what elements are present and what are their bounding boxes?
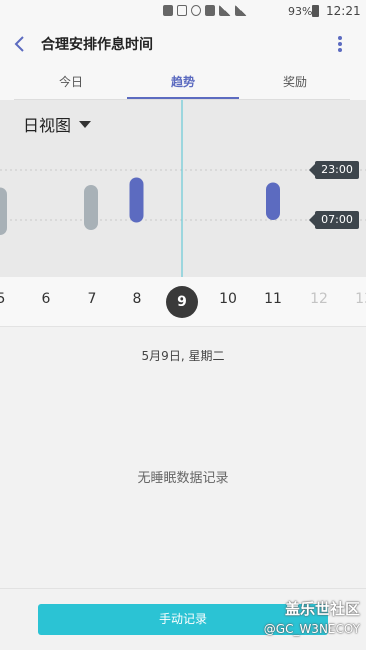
divider	[0, 588, 366, 589]
sim-icon	[205, 5, 215, 16]
empty-state-message: 无睡眠数据记录	[137, 471, 229, 486]
tab-today[interactable]: 今日	[15, 73, 127, 90]
caret-down-icon	[79, 120, 92, 128]
sleep-bar	[84, 185, 98, 230]
selected-date: 5月9日, 星期二	[141, 349, 225, 363]
alarm-icon	[191, 5, 201, 16]
bedtime-marker: 23:00	[309, 161, 359, 179]
watermark-title: 盖乐世社区	[284, 600, 360, 618]
watermark-handle: @GC_W3NECOY	[263, 622, 360, 636]
more-vertical-icon	[338, 36, 342, 52]
sleep-bar	[266, 182, 280, 220]
day-item[interactable]: 10	[212, 291, 244, 307]
day-item[interactable]: 8	[121, 291, 153, 307]
day-selector: 5 6 7 8 9 10 11 12 13	[0, 277, 366, 327]
battery-icon	[312, 5, 319, 17]
wake-time-marker: 07:00	[309, 211, 359, 229]
battery-percent: 93%	[288, 5, 313, 18]
day-item[interactable]: 11	[257, 291, 289, 307]
back-button[interactable]	[8, 32, 32, 56]
day-item-selected[interactable]: 9	[166, 286, 198, 318]
signal-icon-2	[235, 5, 247, 16]
day-item[interactable]: 6	[30, 291, 62, 307]
view-selector[interactable]: 日视图	[23, 112, 92, 136]
more-options-button[interactable]	[330, 32, 350, 56]
nfc-icon	[163, 5, 173, 16]
day-item[interactable]: 12	[303, 291, 335, 307]
app-bar: 合理安排作息时间	[0, 24, 366, 64]
signal-icon	[219, 5, 231, 16]
day-item[interactable]: 7	[76, 291, 108, 307]
page-title: 合理安排作息时间	[41, 37, 153, 53]
sleep-bar	[0, 187, 7, 235]
day-item[interactable]: 13	[348, 291, 366, 307]
status-bar: 93% 12:21	[0, 0, 366, 24]
active-tab-indicator	[127, 97, 239, 99]
status-icons	[163, 5, 247, 16]
chevron-left-icon	[14, 36, 24, 52]
view-selector-label: 日视图	[23, 116, 72, 135]
tab-trends[interactable]: 趋势	[127, 73, 239, 90]
mute-icon	[177, 5, 187, 16]
day-item[interactable]: 5	[0, 291, 17, 307]
tab-bar: 今日 趋势 奖励	[0, 64, 366, 100]
tab-rewards[interactable]: 奖励	[239, 73, 351, 90]
sleep-bar	[129, 177, 144, 223]
clock: 12:21	[326, 4, 361, 18]
